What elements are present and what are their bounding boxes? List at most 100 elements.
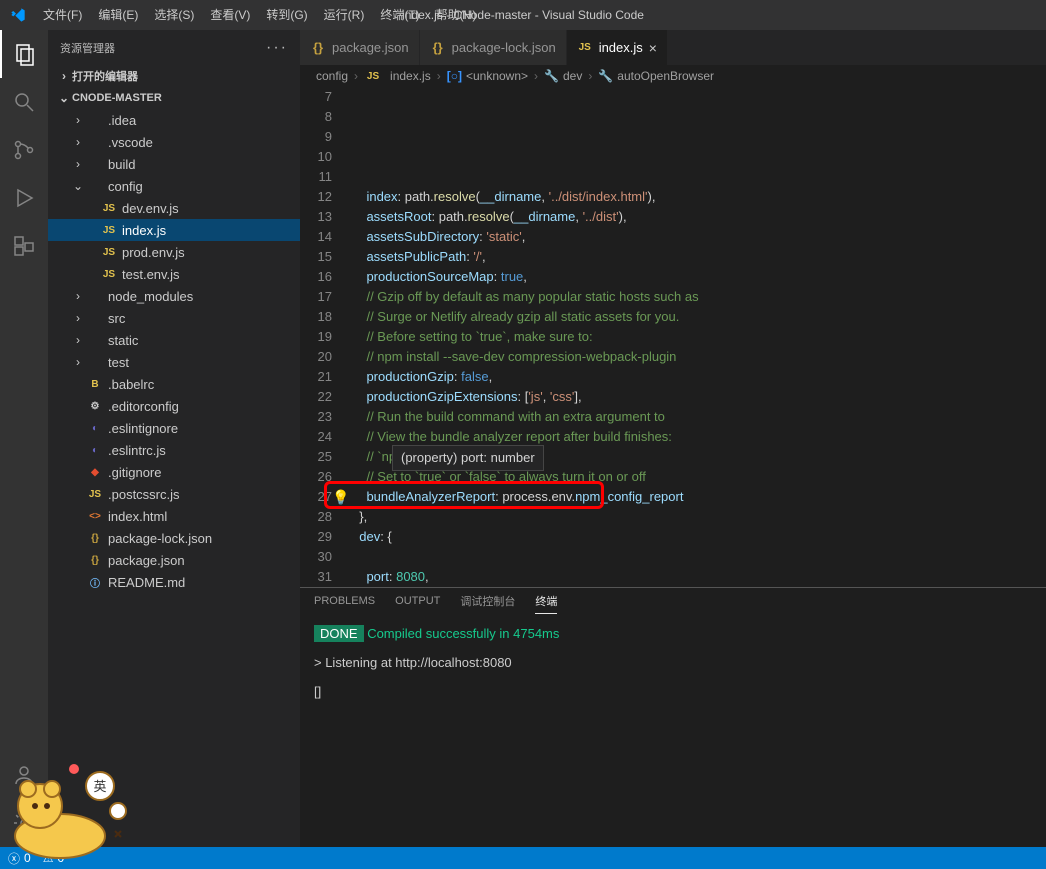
code-line[interactable]: // Run the build command with an extra a… xyxy=(352,407,1046,427)
panel-tab[interactable]: OUTPUT xyxy=(395,595,440,611)
file-type-icon: ⓘ xyxy=(86,575,104,590)
code-line[interactable]: // Before setting to `true`, make sure t… xyxy=(352,327,1046,347)
tree-item-label: README.md xyxy=(108,575,185,590)
menu-item[interactable]: 编辑(E) xyxy=(90,0,146,30)
tree-item[interactable]: ◐.eslintrc.js xyxy=(48,439,300,461)
tree-item[interactable]: ›.vscode xyxy=(48,131,300,153)
tab-label: package.json xyxy=(332,40,409,55)
code-line[interactable]: dev: { xyxy=(352,527,1046,547)
close-icon[interactable]: × xyxy=(649,40,657,56)
tree-item[interactable]: ⓘ README.md xyxy=(48,571,300,593)
tree-item[interactable]: ›test xyxy=(48,351,300,373)
code-line[interactable]: index: path.resolve(__dirname, '../dist/… xyxy=(352,187,1046,207)
crumb-symbol-dev[interactable]: 🔧dev xyxy=(544,69,582,83)
code-line[interactable] xyxy=(352,547,1046,567)
code-line[interactable]: }, xyxy=(352,507,1046,527)
tree-item[interactable]: B.babelrc xyxy=(48,373,300,395)
done-badge: DONE xyxy=(314,625,364,642)
open-editors-section[interactable]: ›打开的编辑器 xyxy=(48,65,300,87)
explorer-sidebar: 资源管理器 ··· ›打开的编辑器 ⌄CNODE-MASTER ›.idea›.… xyxy=(48,30,300,847)
accounts-icon[interactable] xyxy=(0,751,48,799)
status-errors[interactable]: ⓧ0 xyxy=(8,850,31,867)
tree-item[interactable]: <>index.html xyxy=(48,505,300,527)
file-type-icon: {} xyxy=(86,533,104,544)
tree-item-label: node_modules xyxy=(108,289,193,304)
bottom-panel: PROBLEMS OUTPUT 调试控制台终端 DONE Compiled succ… xyxy=(300,587,1046,847)
panel-tab[interactable]: 调试控制台 xyxy=(460,593,515,613)
tree-item[interactable]: ›src xyxy=(48,307,300,329)
chevron-icon: › xyxy=(70,289,86,303)
code-line[interactable]: // npm install --save-dev compression-we… xyxy=(352,347,1046,367)
tree-item[interactable]: ◐.eslintignore xyxy=(48,417,300,439)
editor-tab[interactable]: JSindex.js× xyxy=(567,30,668,65)
tree-item-label: test xyxy=(108,355,129,370)
menu-item[interactable]: 选择(S) xyxy=(146,0,202,30)
code-line[interactable]: productionGzipExtensions: ['js', 'css'], xyxy=(352,387,1046,407)
tree-item[interactable]: JSindex.js xyxy=(48,219,300,241)
panel-tab[interactable]: 终端 xyxy=(535,593,557,614)
window-title: index.js - CNode-master - Visual Studio … xyxy=(402,8,644,22)
tree-item[interactable]: ›.idea xyxy=(48,109,300,131)
search-icon[interactable] xyxy=(0,78,48,126)
code-line[interactable]: productionSourceMap: true, xyxy=(352,267,1046,287)
tree-item[interactable]: ›static xyxy=(48,329,300,351)
file-type-icon: JS xyxy=(100,269,118,280)
code-line[interactable]: assetsRoot: path.resolve(__dirname, '../… xyxy=(352,207,1046,227)
code-line[interactable]: assetsSubDirectory: 'static', xyxy=(352,227,1046,247)
warning-icon: ⚠ xyxy=(43,851,54,865)
menu-item[interactable]: 查看(V) xyxy=(202,0,258,30)
project-section[interactable]: ⌄CNODE-MASTER xyxy=(48,87,300,109)
menu-item[interactable]: 运行(R) xyxy=(316,0,373,30)
more-actions-icon[interactable]: ··· xyxy=(266,39,288,57)
tree-item[interactable]: {}package-lock.json xyxy=(48,527,300,549)
crumb-symbol-unknown[interactable]: [○]<unknown> xyxy=(447,69,528,83)
tree-item[interactable]: ◆ .gitignore xyxy=(48,461,300,483)
tree-item[interactable]: JSprod.env.js xyxy=(48,241,300,263)
code-line[interactable]: port: 8080, xyxy=(352,567,1046,587)
crumb-symbol-autoopen[interactable]: 🔧autoOpenBrowser xyxy=(598,69,714,83)
editor-tab[interactable]: {}package.json xyxy=(300,30,420,65)
tree-item-label: .gitignore xyxy=(108,465,161,480)
file-type-icon: <> xyxy=(86,511,104,522)
run-debug-icon[interactable] xyxy=(0,174,48,222)
chevron-icon: › xyxy=(70,333,86,347)
code-line[interactable]: // Surge or Netlify already gzip all sta… xyxy=(352,307,1046,327)
source-control-icon[interactable] xyxy=(0,126,48,174)
file-type-icon: {} xyxy=(86,555,104,566)
settings-gear-icon[interactable] xyxy=(0,799,48,847)
explorer-icon[interactable] xyxy=(0,30,48,78)
menu-item[interactable]: 文件(F) xyxy=(35,0,90,30)
breadcrumbs[interactable]: config› JSindex.js› [○]<unknown>› 🔧dev› … xyxy=(300,65,1046,87)
tree-item-label: build xyxy=(108,157,135,172)
tree-item[interactable]: JSdev.env.js xyxy=(48,197,300,219)
chevron-icon: ⌄ xyxy=(70,179,86,193)
status-bar: ⓧ0 ⚠0 xyxy=(0,847,1046,869)
chevron-icon: › xyxy=(70,135,86,149)
tree-item[interactable]: JS.postcssrc.js xyxy=(48,483,300,505)
code-editor[interactable]: 7891011121314151617181920212223242526272… xyxy=(300,87,1046,587)
terminal-output[interactable]: DONE Compiled successfully in 4754ms > L… xyxy=(300,618,1046,847)
tree-item[interactable]: JStest.env.js xyxy=(48,263,300,285)
menu-item[interactable]: 转到(G) xyxy=(258,0,315,30)
tree-item[interactable]: › node_modules xyxy=(48,285,300,307)
file-type-icon: ◆ xyxy=(86,467,104,478)
code-line[interactable]: // View the bundle analyzer report after… xyxy=(352,427,1046,447)
code-line[interactable]: // Gzip off by default as many popular s… xyxy=(352,287,1046,307)
crumb-folder[interactable]: config xyxy=(316,69,348,83)
code-line[interactable]: assetsPublicPath: '/', xyxy=(352,247,1046,267)
crumb-file[interactable]: JSindex.js xyxy=(364,69,431,83)
tree-item[interactable]: ⚙.editorconfig xyxy=(48,395,300,417)
editor-tab[interactable]: {}package-lock.json xyxy=(420,30,567,65)
tree-item[interactable]: {}package.json xyxy=(48,549,300,571)
code-line[interactable]: productionGzip: false, xyxy=(352,367,1046,387)
panel-tab[interactable]: PROBLEMS xyxy=(314,595,375,611)
file-type-icon: JS xyxy=(577,42,593,53)
status-warnings[interactable]: ⚠0 xyxy=(43,851,64,865)
chevron-icon: › xyxy=(70,311,86,325)
tree-item[interactable]: ⌄config xyxy=(48,175,300,197)
extensions-icon[interactable] xyxy=(0,222,48,270)
code-content[interactable]: (property) port: number 💡 index: path.re… xyxy=(352,87,1046,587)
editor-tabs: {}package.json{}package-lock.jsonJSindex… xyxy=(300,30,1046,65)
lightbulb-icon[interactable]: 💡 xyxy=(332,487,349,507)
tree-item[interactable]: ›build xyxy=(48,153,300,175)
